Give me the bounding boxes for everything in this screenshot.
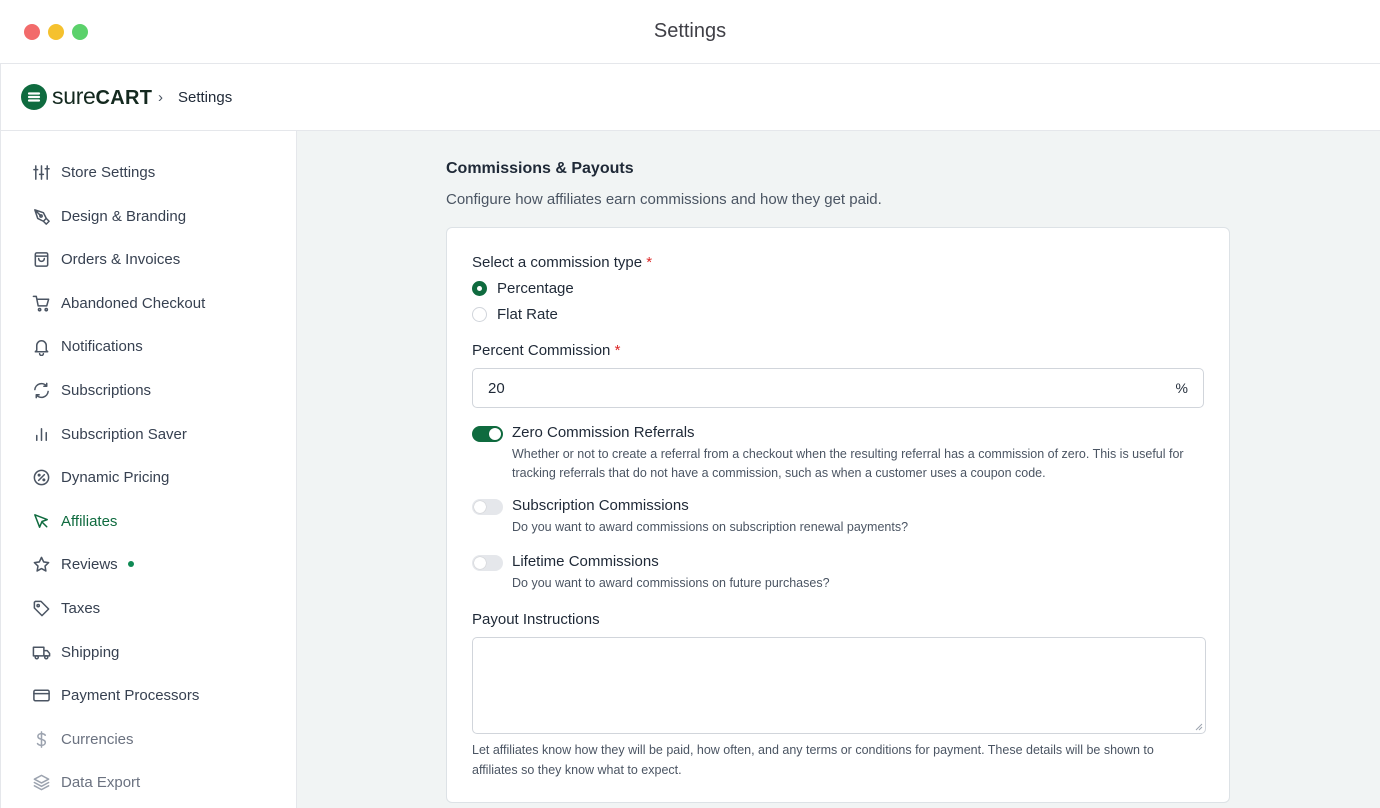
lifetime-commissions-toggle[interactable] [472,555,503,571]
subscription-commissions-toggle[interactable] [472,499,503,515]
shopping-cart-icon [31,293,51,313]
pen-tool-icon [31,206,51,226]
sidebar-item-label: Data Export [61,773,141,791]
sidebar-item-abandoned-checkout[interactable]: Abandoned Checkout [31,291,205,315]
page-title: Commissions & Payouts [446,160,634,177]
radio-unselected-indicator[interactable] [472,307,487,322]
sidebar-item-data-export[interactable]: Data Export [31,770,140,794]
tag-icon [31,598,51,618]
commission-type-label: Select a commission type * [472,254,652,271]
window-titlebar: Settings [0,0,1380,64]
percent-commission-input[interactable]: 20 % [472,368,1204,408]
sidebar-item-label: Taxes [61,599,101,617]
brand-light: sure [52,83,96,109]
percent-commission-value[interactable]: 20 [488,380,505,397]
shopping-bag-icon [31,249,51,269]
required-mark: * [646,254,653,271]
payout-instructions-help: Let affiliates know how they will be pai… [472,743,1154,777]
zero-commission-referrals-toggle[interactable] [472,426,503,442]
sidebar-item-shipping[interactable]: Shipping [31,640,119,664]
surecart-logo-icon[interactable] [21,84,47,110]
subscription-commissions-description: Do you want to award commissions on subs… [512,520,909,534]
percent-badge-icon [31,467,51,487]
sidebar-item-reviews[interactable]: Reviews [31,552,134,576]
payout-instructions-label: Payout Instructions [472,611,600,628]
sidebar-item-label: Shipping [61,643,120,661]
sidebar-item-label: Reviews [61,555,118,573]
brand-bold: CART [95,87,153,109]
percent-commission-label: Percent Commission * [472,342,620,359]
cursor-arrow-icon [31,511,51,531]
sidebar-item-label: Affiliates [61,512,118,530]
sidebar-item-label: Subscription Saver [61,425,187,443]
sidebar-item-subscription-saver[interactable]: Subscription Saver [31,422,187,446]
sidebar-item-label: Design & Branding [61,207,187,225]
new-badge-dot [127,561,134,567]
radio-selected-indicator[interactable] [472,281,487,296]
zero-commission-referrals-description: Whether or not to create a referral from… [512,447,1184,480]
percent-commission-label-text: Percent Commission [472,342,611,359]
commission-type-label-text: Select a commission type [472,254,643,271]
bar-chart-icon [31,424,51,444]
dollar-icon [31,729,51,749]
sidebar-item-orders-invoices[interactable]: Orders & Invoices [31,247,180,271]
sidebar-item-notifications[interactable]: Notifications [31,334,143,358]
sidebar-item-label: Dynamic Pricing [61,468,170,486]
chevron-right-icon: › [158,89,163,106]
payout-instructions-textarea[interactable] [472,637,1206,734]
refresh-icon [31,380,51,400]
window-title: Settings [653,20,727,42]
sidebar-item-currencies[interactable]: Currencies [31,727,134,751]
breadcrumb-current: Settings [178,89,233,106]
commissions-card: Select a commission type * Percentage Fl… [446,227,1230,803]
percent-suffix: % [1175,380,1188,396]
zero-commission-referrals-title: Zero Commission Referrals [512,424,695,441]
sidebar-item-label: Subscriptions [61,381,152,399]
radio-label: Flat Rate [497,306,558,323]
radio-label: Percentage [497,280,574,297]
sidebar-item-label: Orders & Invoices [61,250,181,268]
resize-handle-icon[interactable] [1195,723,1203,731]
radio-percentage[interactable]: Percentage [472,280,574,297]
bell-icon [31,336,51,356]
page-description: Configure how affiliates earn commission… [446,191,882,208]
sidebar-item-label: Store Settings [61,163,156,181]
lifetime-commissions-title: Lifetime Commissions [512,553,659,570]
layers-icon [31,772,51,792]
sidebar-item-design-branding[interactable]: Design & Branding [31,204,186,228]
app-header: sureCART › Settings [0,64,1380,131]
settings-sidebar: Store Settings Design & Branding Orders … [0,131,297,808]
sidebar-item-label: Notifications [61,337,143,355]
sidebar-item-subscriptions[interactable]: Subscriptions [31,378,151,402]
sidebar-item-label: Abandoned Checkout [61,294,206,312]
credit-card-icon [31,685,51,705]
star-icon [31,554,51,574]
sidebar-item-store-settings[interactable]: Store Settings [31,160,155,184]
sidebar-item-label: Currencies [61,730,134,748]
subscription-commissions-title: Subscription Commissions [512,497,689,514]
main-content: Commissions & Payouts Configure how affi… [297,131,1380,808]
sidebar-item-affiliates[interactable]: Affiliates [31,509,117,533]
brand-name: sureCART [52,83,152,110]
sidebar-item-label: Payment Processors [61,686,200,704]
lifetime-commissions-description: Do you want to award commissions on futu… [512,576,830,590]
required-mark: * [614,342,621,359]
sidebar-item-taxes[interactable]: Taxes [31,596,100,620]
radio-flat-rate[interactable]: Flat Rate [472,306,558,323]
sidebar-item-payment-processors[interactable]: Payment Processors [31,683,199,707]
sidebar-item-dynamic-pricing[interactable]: Dynamic Pricing [31,465,169,489]
sliders-icon [31,162,51,182]
truck-icon [31,642,51,662]
